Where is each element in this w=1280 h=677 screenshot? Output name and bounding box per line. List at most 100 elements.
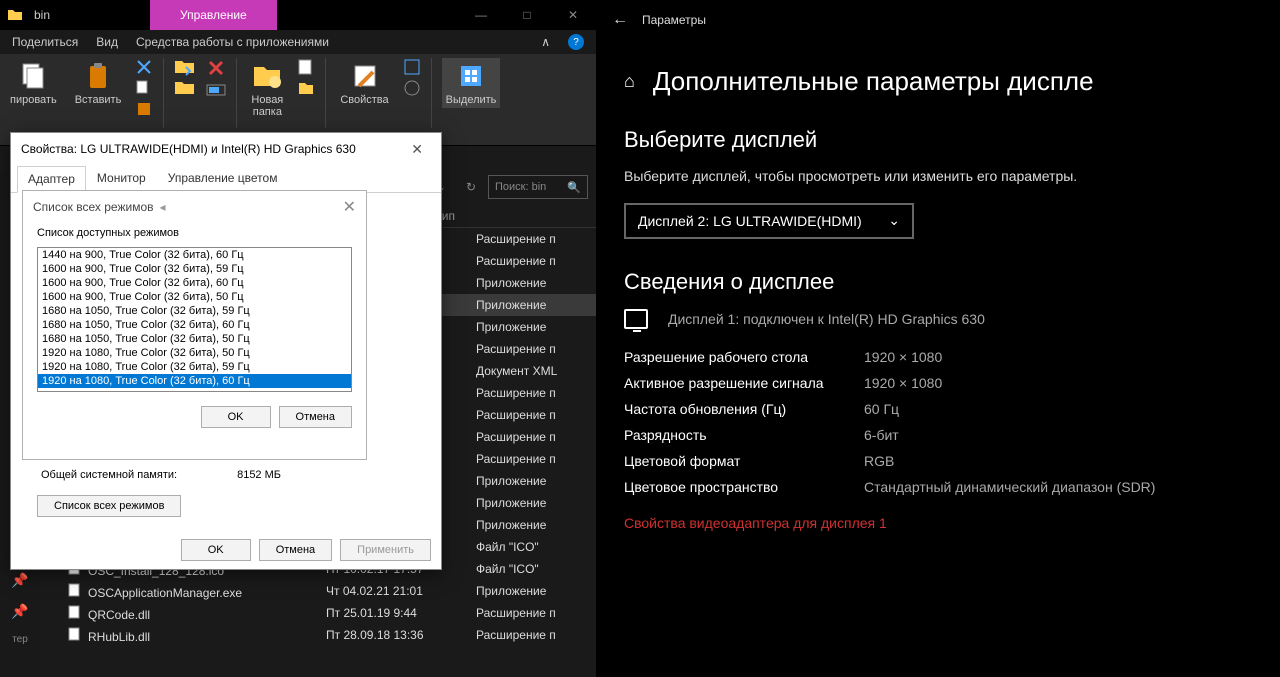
dialog-titlebar: Свойства: LG ULTRAWIDE(HDMI) и Intel(R) …	[11, 133, 441, 165]
file-date: Пт 28.09.18 13:36	[326, 628, 476, 642]
copy-button[interactable]: пировать	[6, 58, 61, 108]
mode-option[interactable]: 1920 на 1080, True Color (32 бита), 59 Г…	[38, 360, 351, 374]
back-icon[interactable]: ←	[612, 11, 628, 29]
page-title: Дополнительные параметры диспле	[653, 66, 1094, 97]
spec-label: Цветовое пространство	[624, 479, 864, 495]
file-icon	[66, 582, 84, 598]
mem-label: Общей системной памяти:	[41, 469, 177, 481]
file-row[interactable]: OSCApplicationManager.exeЧт 04.02.21 21:…	[60, 580, 596, 602]
monitor-row: Дисплей 1: подключен к Intel(R) HD Graph…	[624, 309, 1252, 329]
properties-button[interactable]: Свойства	[336, 58, 392, 108]
file-type: Файл "ICO"	[476, 540, 590, 554]
file-type: Приложение	[476, 584, 590, 598]
file-type: Приложение	[476, 298, 590, 312]
delete-icon[interactable]	[206, 58, 226, 78]
select-display-heading: Выберите дисплей	[624, 127, 1252, 153]
select-button[interactable]: Выделить	[442, 58, 501, 108]
modes-dialog-title: Список всех режимов	[33, 200, 154, 214]
col-type[interactable]: Тип	[426, 209, 590, 223]
easy-access-icon[interactable]	[297, 79, 315, 97]
modes-listbox[interactable]: 1440 на 900, True Color (32 бита), 60 Гц…	[37, 247, 352, 392]
file-type: Приложение	[476, 320, 590, 334]
file-type: Приложение	[476, 518, 590, 532]
file-row[interactable]: QRCode.dllПт 25.01.19 9:44Расширение п	[60, 602, 596, 624]
rename-icon[interactable]	[206, 81, 226, 99]
display-select[interactable]: Дисплей 2: LG ULTRAWIDE(HDMI) ⌄	[624, 203, 914, 239]
mode-option[interactable]: 1600 на 900, True Color (32 бита), 50 Гц	[38, 290, 351, 304]
tab-adapter[interactable]: Адаптер	[17, 166, 86, 193]
mode-option[interactable]: 1920 на 1080, True Color (32 бита), 50 Г…	[38, 346, 351, 360]
copy-path-icon[interactable]	[135, 79, 153, 97]
move-to-icon[interactable]	[174, 58, 196, 76]
file-row[interactable]: RHubLib.dllПт 28.09.18 13:36Расширение п	[60, 624, 596, 646]
new-item-icon[interactable]	[297, 58, 315, 76]
page-title-row: ⌂ Дополнительные параметры диспле	[624, 66, 1252, 97]
breadcrumb: Параметры	[642, 13, 706, 27]
close-icon[interactable]: ✕	[343, 197, 356, 217]
search-placeholder: Поиск: bin	[495, 181, 546, 193]
modes-button-row: OK Отмена	[23, 396, 366, 438]
adapter-properties-link[interactable]: Свойства видеоадаптера для дисплея 1	[624, 515, 1252, 531]
maximize-button[interactable]: □	[504, 0, 550, 30]
collapse-ribbon-icon[interactable]: ∧	[541, 35, 550, 49]
mode-option[interactable]: 1600 на 900, True Color (32 бита), 59 Гц	[38, 262, 351, 276]
ribbon-tabs: Поделиться Вид Средства работы с приложе…	[0, 30, 596, 54]
ribbon-context-tab[interactable]: Управление	[150, 0, 277, 30]
mode-option[interactable]: 1680 на 1050, True Color (32 бита), 60 Г…	[38, 318, 351, 332]
search-input[interactable]: Поиск: bin 🔍	[488, 175, 588, 199]
system-memory-row: Общей системной памяти: 8152 МБ	[21, 463, 431, 487]
help-icon[interactable]: ?	[568, 34, 584, 50]
ok-button[interactable]: OK	[181, 539, 251, 561]
cancel-button[interactable]: Отмена	[259, 539, 332, 561]
cancel-button[interactable]: Отмена	[279, 406, 352, 428]
pin-icon[interactable]: 📌	[11, 572, 28, 589]
spec-label: Активное разрешение сигнала	[624, 375, 864, 391]
cut-icon[interactable]	[135, 58, 153, 76]
minimize-button[interactable]: ―	[458, 0, 504, 30]
monitor-connected-text: Дисплей 1: подключен к Intel(R) HD Graph…	[668, 311, 985, 327]
tab-monitor[interactable]: Монитор	[86, 165, 157, 192]
settings-window: ← Параметры ⌂ Дополнительные параметры д…	[596, 0, 1280, 677]
mode-option[interactable]: 1920 на 1080, True Color (32 бита), 60 Г…	[38, 374, 351, 388]
tab-color[interactable]: Управление цветом	[157, 165, 289, 192]
file-type: Расширение п	[476, 628, 590, 642]
file-type: Расширение п	[476, 386, 590, 400]
file-type: Расширение п	[476, 408, 590, 422]
file-type: Расширение п	[476, 430, 590, 444]
spec-value: 60 Гц	[864, 401, 1252, 417]
spec-value: 6-бит	[864, 427, 1252, 443]
dialog-button-row: OK Отмена Применить	[11, 531, 441, 569]
spec-label: Цветовой формат	[624, 453, 864, 469]
history-icon[interactable]	[403, 79, 421, 97]
tab-view[interactable]: Вид	[96, 35, 118, 49]
spec-value: 1920 × 1080	[864, 349, 1252, 365]
tab-apps[interactable]: Средства работы с приложениями	[136, 35, 329, 49]
copy-to-icon[interactable]	[174, 79, 196, 97]
refresh-icon[interactable]: ↻	[458, 175, 484, 199]
paste-shortcut-icon[interactable]	[135, 100, 153, 118]
new-folder-button[interactable]: Новая папка	[247, 58, 287, 120]
list-all-modes-button[interactable]: Список всех режимов	[37, 495, 181, 517]
ok-button[interactable]: OK	[201, 406, 271, 428]
mode-option[interactable]: 1680 на 1050, True Color (32 бита), 59 Г…	[38, 304, 351, 318]
spec-label: Разрядность	[624, 427, 864, 443]
gutter-label: тер	[12, 634, 28, 645]
mode-option[interactable]: 1440 на 900, True Color (32 бита), 60 Гц	[38, 248, 351, 262]
pin-icon-2[interactable]: 📌	[11, 603, 28, 620]
mode-option[interactable]: 1600 на 900, True Color (32 бита), 60 Гц	[38, 276, 351, 290]
open-icon[interactable]	[403, 58, 421, 76]
folder-icon	[0, 0, 30, 30]
file-type: Расширение п	[476, 232, 590, 246]
apply-button[interactable]: Применить	[340, 539, 431, 561]
file-type: Расширение п	[476, 254, 590, 268]
home-icon[interactable]: ⌂	[624, 71, 635, 92]
paste-button[interactable]: Вставить	[71, 58, 126, 108]
tab-share[interactable]: Поделиться	[12, 35, 78, 49]
close-button[interactable]: ✕	[550, 0, 596, 30]
file-icon	[66, 626, 84, 642]
paste-label: Вставить	[75, 94, 122, 106]
close-icon[interactable]: ✕	[403, 139, 431, 160]
mode-option[interactable]: 1680 на 1050, True Color (32 бита), 50 Г…	[38, 332, 351, 346]
file-name: QRCode.dll	[88, 608, 150, 622]
file-type: Приложение	[476, 496, 590, 510]
